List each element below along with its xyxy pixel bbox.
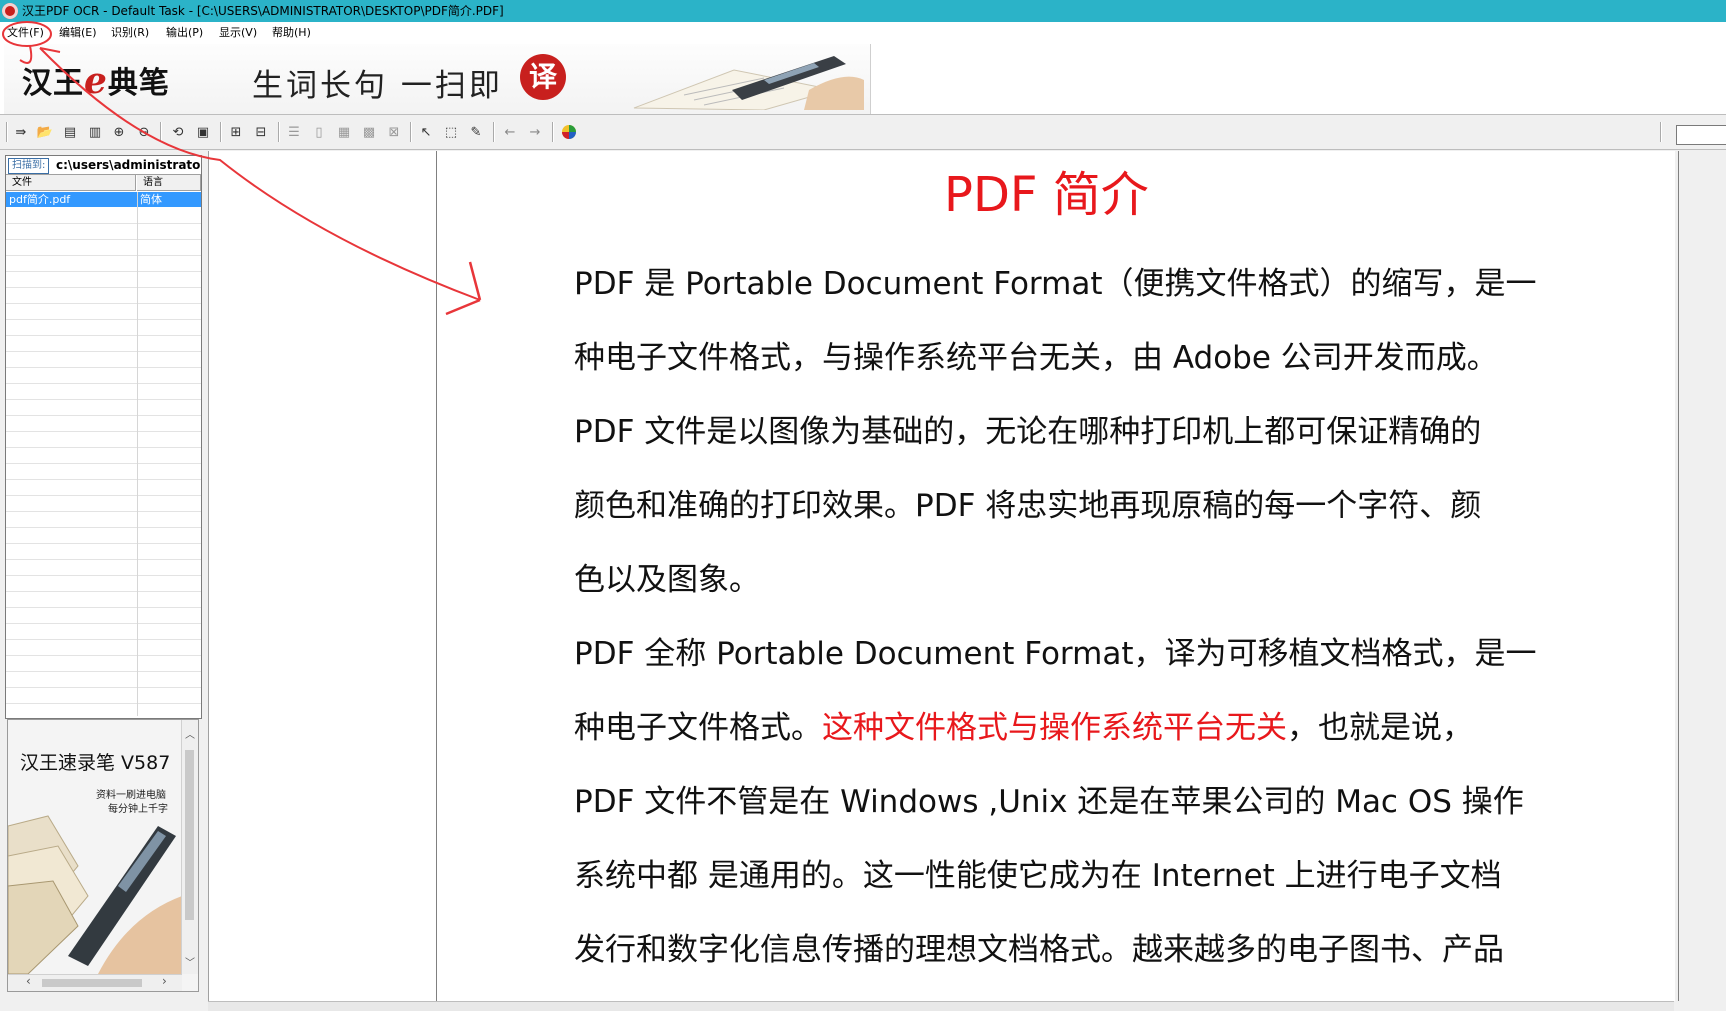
menu-help[interactable]: 帮助(H) xyxy=(269,22,314,44)
page-right-edge xyxy=(1678,151,1679,1001)
menu-edit[interactable]: 编辑(E) xyxy=(56,22,100,44)
toolbar-separator xyxy=(278,122,280,142)
doc-line: PDF 是 Portable Document Format（便携文件格式）的缩… xyxy=(574,266,1537,302)
file-list-grid xyxy=(6,208,201,716)
open-folder-icon[interactable]: 📂 xyxy=(37,124,53,140)
menu-recognize[interactable]: 识别(R) xyxy=(108,22,152,44)
translate-badge: 译 xyxy=(520,54,566,100)
app-icon xyxy=(2,3,18,19)
open-tiff-icon[interactable]: ▤ xyxy=(62,124,78,140)
doc-line: 颜色和准确的打印效果。PDF 将忠实地再现原稿的每一个字符、颜 xyxy=(574,488,1482,524)
file-row[interactable]: pdf简介.pdf 简体 xyxy=(6,192,201,207)
doc-line: 种电子文件格式。这种文件格式与操作系统平台无关，也就是说， xyxy=(574,702,1473,747)
scan-target-row: 扫描到: c:\users\administrator\ xyxy=(6,156,201,175)
scroll-down-icon[interactable]: ﹀ xyxy=(185,954,195,969)
scan-to-button[interactable]: 扫描到: xyxy=(8,158,50,174)
doc-text: 种电子文件格式。 xyxy=(574,710,822,746)
scroll-thumb[interactable] xyxy=(185,750,194,920)
doc-line: 色以及图象。 xyxy=(574,562,760,598)
forward-arrow-icon[interactable]: → xyxy=(527,124,543,140)
zoom-combo[interactable] xyxy=(1676,125,1726,145)
file-name: pdf简介.pdf xyxy=(9,193,71,206)
text-block-icon[interactable]: ☰ xyxy=(286,124,302,140)
zoom-out-icon[interactable]: ⊖ xyxy=(136,124,152,140)
toolbar-grip xyxy=(6,122,8,142)
title-bar: 汉王PDF OCR - Default Task - [C:\USERS\ADM… xyxy=(0,0,1726,22)
doc-line: PDF 全称 Portable Document Format，译为可移植文档格… xyxy=(574,636,1537,672)
doc-line: 种电子文件格式，与操作系统平台无关，由 Adobe 公司开发而成。 xyxy=(574,340,1498,376)
toolbar: ⇛ 📂 ▤ ▥ ⊕ ⊖ ⟲ ▣ ⊞ ⊟ ☰ ▯ ▦ ▩ ⊠ ↖ ⬚ ✎ ← → xyxy=(0,115,1726,150)
document-title: PDF 简介 xyxy=(944,167,1149,223)
column-header-language[interactable]: 语言 xyxy=(137,175,201,191)
doc-line: PDF 文件不管是在 Windows ,Unix 还是在苹果公司的 Mac OS… xyxy=(574,784,1524,820)
select-area-icon[interactable]: ⬚ xyxy=(443,124,459,140)
doc-line: PDF 文件是以图像为基础的，无论在哪种打印机上都可保证精确的 xyxy=(574,414,1482,450)
banner: 汉王e典笔 生词长句 一扫即 译 xyxy=(0,44,1726,115)
window-title: 汉王PDF OCR - Default Task - [C:\USERS\ADM… xyxy=(22,4,504,18)
recognize-icon[interactable] xyxy=(561,124,577,140)
banner-slogan: 生词长句 一扫即 xyxy=(252,68,503,104)
scan-path: c:\users\administrator\ xyxy=(56,158,201,172)
doc-line: 系统中都 是通用的。这一性能使它成为在 Internet 上进行电子文档 xyxy=(574,858,1502,894)
ad-title: 汉王速录笔 V587 xyxy=(20,752,171,774)
delete-block-icon[interactable]: ⊠ xyxy=(386,124,402,140)
scroll-left-icon[interactable]: ‹ xyxy=(26,974,31,988)
zoom-in-icon[interactable]: ⊕ xyxy=(111,124,127,140)
scroll-up-icon[interactable]: ︿ xyxy=(185,726,195,741)
doc-text: ，也就是说， xyxy=(1287,710,1473,746)
toolbar-separator xyxy=(160,122,162,142)
layout-icon[interactable]: ⊞ xyxy=(228,124,244,140)
file-list-panel: 扫描到: c:\users\administrator\ 文件 语言 pdf简介… xyxy=(5,155,202,719)
toolbar-separator xyxy=(493,122,495,142)
scan-icon[interactable]: ⇛ xyxy=(13,124,29,140)
toolbar-separator xyxy=(1660,122,1662,142)
hscroll-thumb[interactable] xyxy=(42,979,142,987)
pen-product-image xyxy=(8,815,182,974)
picture-block-icon[interactable]: ▩ xyxy=(361,124,377,140)
file-language: 简体 xyxy=(140,193,162,206)
brand-logo: 汉王e典笔 xyxy=(22,60,170,102)
column-divider xyxy=(137,192,138,716)
pointer-icon[interactable]: ↖ xyxy=(418,124,434,140)
menu-file[interactable]: 文件(F) xyxy=(4,22,47,44)
doc-line: 发行和数字化信息传播的理想文档格式。越来越多的电子图书、产品 xyxy=(574,932,1504,968)
image-icon[interactable]: ▣ xyxy=(195,124,211,140)
toolbar-separator xyxy=(410,122,412,142)
rotate-icon[interactable]: ⟲ xyxy=(170,124,186,140)
layout-clear-icon[interactable]: ⊟ xyxy=(253,124,269,140)
back-arrow-icon[interactable]: ← xyxy=(502,124,518,140)
banner-ad[interactable]: 汉王e典笔 生词长句 一扫即 译 xyxy=(4,44,871,114)
toolbar-separator xyxy=(552,122,554,142)
toolbar-separator xyxy=(220,122,222,142)
ad-panel[interactable]: 汉王速录笔 V587 资料一刷进电脑 每分钟上千字 ︿ ﹀ ‹ › xyxy=(7,719,199,992)
column-block-icon[interactable]: ▯ xyxy=(311,124,327,140)
page-left-edge xyxy=(436,151,437,1001)
column-header-file[interactable]: 文件 xyxy=(6,175,136,191)
menu-view[interactable]: 显示(V) xyxy=(216,22,260,44)
ad-horizontal-scrollbar[interactable]: ‹ › xyxy=(8,974,182,991)
highlighted-text: 这种文件格式与操作系统平台无关 xyxy=(822,710,1287,746)
menu-output[interactable]: 输出(P) xyxy=(163,22,206,44)
scroll-right-icon[interactable]: › xyxy=(162,974,167,988)
ad-subtitle-1: 资料一刷进电脑 xyxy=(96,790,166,801)
menu-bar: 文件(F) 编辑(E) 识别(R) 输出(P) 显示(V) 帮助(H) xyxy=(0,22,1726,45)
ad-vertical-scrollbar[interactable]: ︿ ﹀ xyxy=(181,720,198,974)
scanner-pen-image xyxy=(633,56,864,110)
table-block-icon[interactable]: ▦ xyxy=(336,124,352,140)
open-pdf-icon[interactable]: ▥ xyxy=(87,124,103,140)
pen-icon[interactable]: ✎ xyxy=(468,124,484,140)
